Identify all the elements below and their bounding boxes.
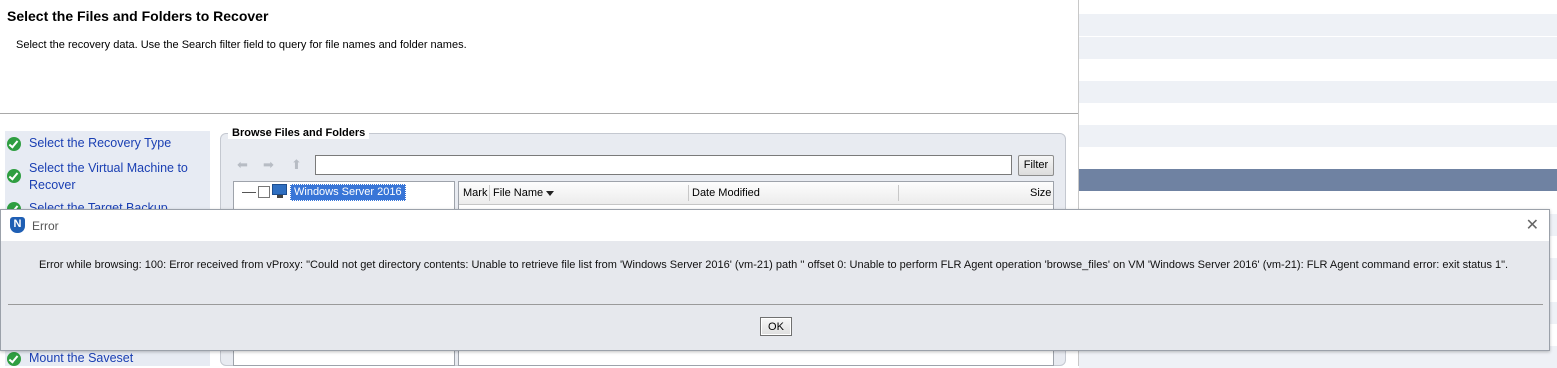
column-divider <box>688 185 689 201</box>
green-check-icon <box>7 352 21 366</box>
tree-node-windows-server[interactable]: Windows Server 2016 <box>290 184 406 201</box>
list-row <box>1079 81 1557 103</box>
error-message: Error while browsing: 100: Error receive… <box>39 259 1509 271</box>
ok-button[interactable]: OK <box>760 317 792 336</box>
green-check-icon <box>7 169 21 183</box>
browse-panel-title: Browse Files and Folders <box>228 127 370 139</box>
up-arrow-icon[interactable]: ⬆ <box>291 157 302 173</box>
forward-arrow-icon[interactable]: ➡ <box>263 157 274 173</box>
file-list-header: Mark File Name Date Modified Size <box>459 182 1053 205</box>
step-select-virtual-machine[interactable]: Select the Virtual Machine to Recover <box>7 160 202 194</box>
step-label: Select the Recovery Type <box>29 136 172 150</box>
step-label: Select the Virtual Machine to Recover <box>29 161 188 192</box>
column-divider <box>898 185 899 201</box>
column-mark[interactable]: Mark <box>463 187 487 199</box>
networker-logo-icon: N <box>10 217 25 233</box>
step-label: Mount the Saveset <box>29 351 134 365</box>
close-icon[interactable]: ✕ <box>1526 215 1539 235</box>
step-select-recovery-type[interactable]: Select the Recovery Type <box>7 136 171 151</box>
path-input[interactable] <box>315 155 1012 175</box>
list-row <box>1079 14 1557 36</box>
monitor-icon <box>272 184 287 195</box>
list-row <box>1079 125 1557 147</box>
column-file-name[interactable]: File Name <box>493 187 543 199</box>
back-arrow-icon[interactable]: ⬅ <box>237 157 248 173</box>
filter-button[interactable]: Filter <box>1018 155 1054 176</box>
column-divider <box>489 185 490 201</box>
tree-node-checkbox[interactable] <box>258 186 270 198</box>
column-date-modified[interactable]: Date Modified <box>692 187 760 199</box>
dialog-titlebar[interactable]: N Error ✕ <box>1 210 1549 241</box>
header-divider <box>0 113 1078 114</box>
green-check-icon <box>7 137 21 151</box>
dialog-title: Error <box>32 219 59 233</box>
page-title: Select the Files and Folders to Recover <box>7 8 269 24</box>
monitor-stand <box>277 195 283 198</box>
column-size[interactable]: Size <box>1030 187 1051 199</box>
dialog-divider <box>8 304 1543 305</box>
tree-connector <box>242 192 256 193</box>
page-description: Select the recovery data. Use the Search… <box>16 39 467 51</box>
list-row-selected[interactable] <box>1079 169 1557 191</box>
list-row <box>1079 37 1557 59</box>
error-dialog: N Error ✕ Error while browsing: 100: Err… <box>0 209 1550 351</box>
step-mount-saveset[interactable]: Mount the Saveset <box>7 351 133 366</box>
sort-desc-icon <box>546 191 554 196</box>
